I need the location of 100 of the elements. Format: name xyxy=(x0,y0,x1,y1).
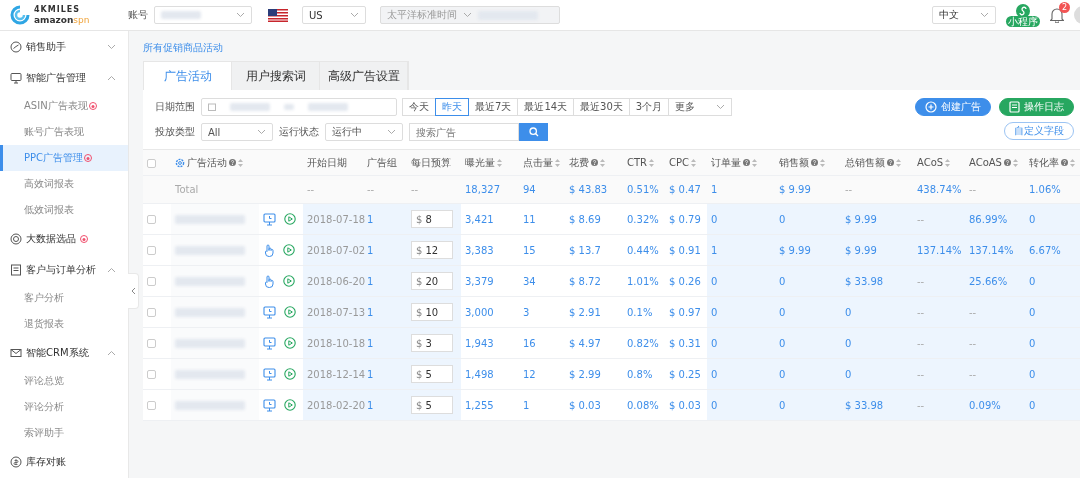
collapse-handle[interactable] xyxy=(128,273,139,309)
action-button[interactable]: 自定义字段 xyxy=(1004,122,1074,140)
column-header[interactable]: CPC xyxy=(665,150,707,176)
sidebar-subitem[interactable]: 低效词报表 xyxy=(0,197,128,223)
date-range-button[interactable]: 最近30天 xyxy=(573,98,630,116)
table-cell: 0.1% xyxy=(627,306,653,318)
table-cell: 1 xyxy=(367,399,374,411)
table-cell: 2018-02-20 xyxy=(307,399,366,411)
chevron-down-icon xyxy=(387,129,396,135)
date-range-button[interactable]: 最近7天 xyxy=(468,98,519,116)
row-checkbox[interactable] xyxy=(147,246,156,255)
monitor-clock-icon[interactable] xyxy=(263,336,276,350)
bell-icon[interactable] xyxy=(1050,7,1064,23)
sidebar-item[interactable]: 库存对账 xyxy=(0,446,128,477)
budget-field[interactable]: $ 20 xyxy=(411,272,453,290)
row-checkbox[interactable] xyxy=(147,308,156,317)
column-header[interactable]: 广告活动 xyxy=(171,150,303,176)
help-icon xyxy=(743,159,750,166)
column-header[interactable]: CTR xyxy=(623,150,665,176)
column-header[interactable]: 曝光量 xyxy=(461,150,519,176)
budget-field[interactable]: $ 5 xyxy=(411,396,453,414)
logo-text: 4KMILES xyxy=(34,5,82,15)
row-checkbox[interactable] xyxy=(147,277,156,286)
column-header[interactable]: 花费 xyxy=(565,150,623,176)
blurred-text xyxy=(161,11,201,19)
sort-icon xyxy=(1012,158,1018,167)
column-header[interactable]: ACoAS xyxy=(965,150,1025,176)
column-header[interactable]: 点击量 xyxy=(519,150,565,176)
row-checkbox[interactable] xyxy=(147,215,156,224)
sidebar-item[interactable]: 客户与订单分析 xyxy=(0,254,128,285)
sidebar-item[interactable]: 大数据选品 xyxy=(0,223,128,254)
budget-field[interactable]: $ 10 xyxy=(411,303,453,321)
table-cell: 0 xyxy=(845,306,852,318)
search-button[interactable] xyxy=(519,123,548,141)
column-header: 每日预算 xyxy=(407,150,461,176)
column-header[interactable]: 总销售额 xyxy=(841,150,913,176)
settings-icon[interactable] xyxy=(175,157,185,168)
column-header[interactable]: 订单量 xyxy=(707,150,775,176)
region-select[interactable]: US xyxy=(302,6,366,24)
sidebar-subitem[interactable]: 索评助手 xyxy=(0,420,128,446)
sidebar-subitem[interactable]: 评论总览 xyxy=(0,368,128,394)
play-icon[interactable] xyxy=(284,213,296,225)
monitor-clock-icon[interactable] xyxy=(263,367,276,381)
table-cell: -- xyxy=(969,368,977,380)
more-select[interactable]: 更多 xyxy=(668,98,733,116)
date-range-button[interactable]: 3个月 xyxy=(628,98,670,116)
table-cell: 0.32% xyxy=(627,213,659,225)
play-icon[interactable] xyxy=(284,337,296,349)
row-checkbox[interactable] xyxy=(147,339,156,348)
sidebar-subitem[interactable]: 客户分析 xyxy=(0,285,128,311)
sidebar-item[interactable]: 智能CRM系统 xyxy=(0,337,128,368)
sort-icon xyxy=(945,158,951,167)
log-icon xyxy=(1009,101,1020,113)
sidebar-subitem[interactable]: 评论分析 xyxy=(0,394,128,420)
column-header[interactable]: 销售额 xyxy=(775,150,841,176)
tab[interactable]: 广告活动 xyxy=(144,62,232,90)
budget-field[interactable]: $ 3 xyxy=(411,334,453,352)
table-cell: 25.66% xyxy=(969,275,1008,287)
play-icon[interactable] xyxy=(284,399,296,411)
budget-field[interactable]: $ 5 xyxy=(411,365,453,383)
sidebar-subitem[interactable]: 账号广告表现 xyxy=(0,119,128,145)
date-range-button[interactable]: 昨天 xyxy=(435,98,469,116)
play-icon[interactable] xyxy=(283,275,295,287)
table-cell: 137.14% xyxy=(969,244,1014,256)
date-range-field[interactable] xyxy=(201,98,397,116)
select-all-checkbox[interactable] xyxy=(147,158,156,168)
budget-field[interactable]: $ 8 xyxy=(411,210,453,228)
table-cell: 0 xyxy=(779,275,786,287)
hand-icon[interactable] xyxy=(263,274,275,288)
sidebar-item[interactable]: 销售助手 xyxy=(0,31,128,62)
budget-field[interactable]: $ 12 xyxy=(411,241,453,259)
search-field[interactable]: 搜索广告 xyxy=(409,123,519,141)
language-select[interactable]: 中文 xyxy=(932,6,996,24)
monitor-clock-icon[interactable] xyxy=(263,398,276,412)
sidebar-item[interactable]: 智能广告管理 xyxy=(0,62,128,93)
sidebar-subitem[interactable]: ASIN广告表现 xyxy=(0,93,128,119)
table-cell: 0 xyxy=(779,399,786,411)
ad-type-select[interactable]: All xyxy=(201,123,273,141)
monitor-clock-icon[interactable] xyxy=(263,212,276,226)
sidebar-subitem[interactable]: 退货报表 xyxy=(0,311,128,337)
row-checkbox[interactable] xyxy=(147,401,156,410)
play-icon[interactable] xyxy=(284,368,296,380)
hot-badge-icon xyxy=(84,154,93,162)
row-checkbox[interactable] xyxy=(147,370,156,379)
column-header: 广告组 xyxy=(363,150,407,176)
table-cell: 3 xyxy=(523,306,530,318)
status-select[interactable]: 运行中 xyxy=(325,123,403,141)
column-header[interactable]: 转化率 xyxy=(1025,150,1080,176)
column-header: 开始日期 xyxy=(303,150,363,176)
mini-program-icon[interactable] xyxy=(1016,3,1030,18)
date-range-button[interactable]: 今天 xyxy=(402,98,436,116)
hand-icon[interactable] xyxy=(263,243,275,257)
play-icon[interactable] xyxy=(284,306,296,318)
table-cell: 0 xyxy=(711,275,718,287)
monitor-clock-icon[interactable] xyxy=(263,305,276,319)
table-cell: 0 xyxy=(1029,213,1036,225)
date-range-button[interactable]: 最近14天 xyxy=(517,98,575,116)
play-icon[interactable] xyxy=(283,244,295,256)
column-header[interactable]: ACoS xyxy=(913,150,965,176)
sidebar-subitem[interactable]: 高效词报表 xyxy=(0,171,128,197)
